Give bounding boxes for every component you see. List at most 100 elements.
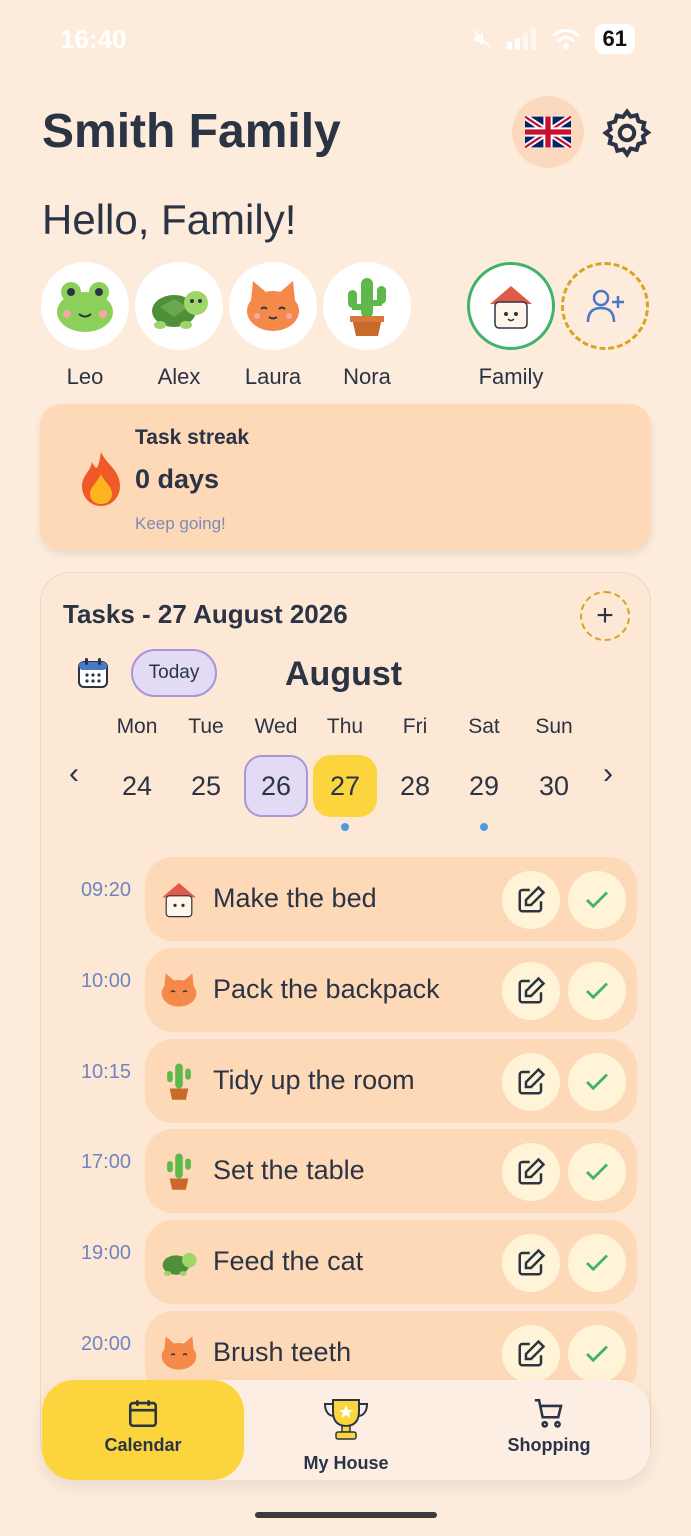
prev-week-chevron-icon[interactable]: ‹ xyxy=(69,757,79,791)
date-number-today: 27 xyxy=(313,755,377,817)
day-wed[interactable]: Wed 26 xyxy=(244,715,308,817)
streak-label: Task streak xyxy=(135,426,250,449)
cactus-icon xyxy=(167,1153,191,1190)
trophy-icon xyxy=(323,1399,369,1440)
task-indicator-dot xyxy=(341,823,349,831)
battery-indicator: 61 xyxy=(594,24,635,54)
complete-task-button[interactable] xyxy=(568,1234,626,1292)
task-row[interactable]: Pack the backpack xyxy=(145,948,637,1032)
edit-icon xyxy=(518,885,546,913)
check-icon xyxy=(586,982,608,1000)
edit-task-button[interactable] xyxy=(502,1053,560,1111)
task-label: Set the table xyxy=(213,1155,365,1185)
edit-task-button[interactable] xyxy=(502,1143,560,1201)
today-button[interactable]: Today xyxy=(131,649,217,697)
cactus-icon xyxy=(348,278,386,336)
task-time: 10:00 xyxy=(80,970,131,992)
weekday-label: Sat xyxy=(468,715,500,738)
edit-icon xyxy=(518,1248,546,1276)
member-alex[interactable]: Alex xyxy=(135,262,223,390)
weekday-label: Sun xyxy=(535,715,573,738)
task-label: Make the bed xyxy=(213,883,377,913)
nav-calendar-label: Calendar xyxy=(104,1435,182,1455)
day-sun[interactable]: Sun 30 xyxy=(522,715,586,817)
streak-note: Keep going! xyxy=(135,514,226,533)
frog-icon xyxy=(57,282,113,332)
day-mon[interactable]: Mon 24 xyxy=(105,715,169,817)
status-time: 16:40 xyxy=(60,24,127,54)
edit-icon xyxy=(518,1339,546,1367)
wifi-icon xyxy=(551,29,580,49)
nav-shopping[interactable]: Shopping xyxy=(448,1396,650,1456)
streak-card: Task streak 0 days Keep going! xyxy=(40,404,651,550)
member-name: Nora xyxy=(343,364,391,389)
language-button[interactable] xyxy=(512,96,584,168)
flame-icon xyxy=(82,452,120,506)
nav-my-house-label: My House xyxy=(303,1453,389,1473)
task-row[interactable]: Set the table xyxy=(145,1129,637,1213)
complete-task-button[interactable] xyxy=(568,1325,626,1383)
edit-task-button[interactable] xyxy=(502,1325,560,1383)
turtle-icon xyxy=(152,291,208,329)
task-label: Pack the backpack xyxy=(213,974,440,1004)
nav-shopping-label: Shopping xyxy=(507,1435,591,1455)
task-label: Tidy up the room xyxy=(213,1065,415,1095)
task-time: 20:00 xyxy=(80,1333,131,1355)
check-icon xyxy=(586,1345,608,1363)
edit-task-button[interactable] xyxy=(502,962,560,1020)
cat-icon xyxy=(247,281,299,331)
task-row[interactable]: Feed the cat xyxy=(145,1220,637,1304)
member-leo[interactable]: Leo xyxy=(41,262,129,390)
task-row[interactable]: Make the bed xyxy=(145,857,637,941)
shopping-cart-icon xyxy=(534,1398,563,1428)
day-fri[interactable]: Fri 28 xyxy=(383,715,447,817)
house-icon xyxy=(490,286,532,329)
task-label: Feed the cat xyxy=(213,1246,364,1276)
check-icon xyxy=(586,1163,608,1181)
task-time: 09:20 xyxy=(80,879,131,901)
tasks-card: Tasks - 27 August 2026 + Today August ‹ … xyxy=(40,572,651,1472)
signal-icon xyxy=(506,28,536,50)
cat-icon xyxy=(161,1336,197,1370)
member-laura[interactable]: Laura xyxy=(229,262,317,390)
edit-task-button[interactable] xyxy=(502,1234,560,1292)
mute-icon xyxy=(472,30,491,48)
complete-task-button[interactable] xyxy=(568,1053,626,1111)
next-week-chevron-icon[interactable]: › xyxy=(603,757,613,791)
day-tue[interactable]: Tue 25 xyxy=(174,715,238,817)
task-time: 17:00 xyxy=(80,1151,131,1173)
member-nora[interactable]: Nora xyxy=(323,262,411,390)
nav-my-house[interactable]: My House xyxy=(245,1396,447,1474)
add-task-button[interactable]: + xyxy=(580,591,630,641)
weekday-label: Thu xyxy=(326,715,364,738)
edit-icon xyxy=(518,1157,546,1185)
add-member-button[interactable] xyxy=(561,262,649,350)
complete-task-button[interactable] xyxy=(568,1143,626,1201)
task-row[interactable]: Tidy up the room xyxy=(145,1039,637,1123)
nav-calendar[interactable]: Calendar xyxy=(42,1380,244,1480)
month-label: August xyxy=(285,655,403,693)
complete-task-button[interactable] xyxy=(568,871,626,929)
calendar-picker-icon[interactable] xyxy=(77,657,109,689)
edit-task-button[interactable] xyxy=(502,871,560,929)
weekday-label: Tue xyxy=(188,715,224,738)
complete-task-button[interactable] xyxy=(568,962,626,1020)
check-icon xyxy=(586,1073,608,1091)
weekday-label: Wed xyxy=(254,715,298,738)
turtle-icon xyxy=(162,1252,197,1276)
weekday-label: Mon xyxy=(116,715,158,738)
settings-gear-icon[interactable] xyxy=(600,106,654,160)
edit-icon xyxy=(518,976,546,1004)
date-number: 28 xyxy=(399,770,431,801)
day-sat[interactable]: Sat 29 xyxy=(452,715,516,831)
cat-icon xyxy=(161,973,197,1007)
task-time: 19:00 xyxy=(80,1242,131,1264)
weekday-label: Fri xyxy=(402,715,428,738)
member-family[interactable]: Family xyxy=(467,262,555,390)
check-icon xyxy=(586,1254,608,1272)
day-thu[interactable]: Thu 27 xyxy=(313,715,377,831)
uk-flag-icon xyxy=(525,116,571,148)
bottom-nav: Calendar My House Shopping xyxy=(42,1380,650,1480)
tasks-title: Tasks - 27 August 2026 xyxy=(63,599,348,629)
task-indicator-dot xyxy=(480,823,488,831)
